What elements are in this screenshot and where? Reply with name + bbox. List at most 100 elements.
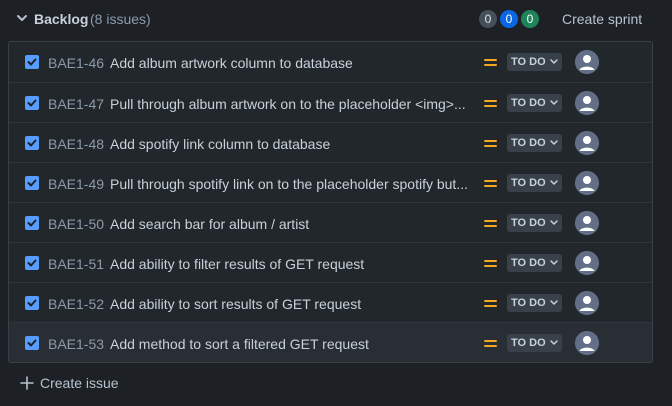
status-dropdown[interactable]: TO DO — [507, 294, 562, 312]
issue-checkbox[interactable] — [25, 136, 39, 150]
user-icon — [575, 331, 599, 355]
in-progress-count-badge: 0 — [500, 10, 518, 28]
checkmark-icon — [27, 58, 37, 66]
issue-key[interactable]: BAE1-50 — [48, 216, 104, 232]
chevron-down-icon — [550, 100, 558, 105]
issue-row[interactable]: BAE1-49 Pull through spotify link on to … — [9, 162, 652, 202]
assignee-avatar[interactable] — [575, 91, 599, 115]
issue-checkbox[interactable] — [25, 256, 39, 270]
issue-row[interactable]: BAE1-52 Add ability to sort results of G… — [9, 282, 652, 322]
issue-summary[interactable]: Add search bar for album / artist — [110, 216, 474, 232]
issue-row[interactable]: BAE1-48 Add spotify link column to datab… — [9, 122, 652, 162]
status-dropdown[interactable]: TO DO — [507, 134, 562, 152]
status-label: TO DO — [511, 337, 546, 349]
issue-checkbox[interactable] — [25, 96, 39, 110]
user-icon — [575, 251, 599, 275]
issue-key[interactable]: BAE1-48 — [48, 136, 104, 152]
assignee-avatar[interactable] — [575, 211, 599, 235]
chevron-down-icon — [550, 180, 558, 185]
status-dropdown[interactable]: TO DO — [507, 94, 562, 112]
user-icon — [575, 131, 599, 155]
issue-summary[interactable]: Add method to sort a filtered GET reques… — [110, 336, 474, 352]
issue-summary[interactable]: Pull through spotify link on to the plac… — [110, 176, 474, 192]
status-label: TO DO — [511, 137, 546, 149]
status-dropdown[interactable]: TO DO — [507, 53, 562, 71]
status-label: TO DO — [511, 297, 546, 309]
create-issue-label: Create issue — [40, 375, 119, 391]
create-issue-button[interactable]: Create issue — [20, 375, 119, 391]
issue-key[interactable]: BAE1-51 — [48, 256, 104, 272]
status-count-badges: 0 0 0 — [479, 10, 539, 28]
assignee-avatar[interactable] — [575, 291, 599, 315]
assignee-avatar[interactable] — [575, 331, 599, 355]
assignee-avatar[interactable] — [575, 171, 599, 195]
todo-count-badge: 0 — [479, 10, 497, 28]
status-label: TO DO — [511, 217, 546, 229]
user-icon — [575, 171, 599, 195]
issue-checkbox[interactable] — [25, 336, 39, 350]
chevron-down-icon — [550, 59, 558, 64]
status-dropdown[interactable]: TO DO — [507, 254, 562, 272]
issue-row[interactable]: BAE1-51 Add ability to filter results of… — [9, 242, 652, 282]
issue-row[interactable]: BAE1-47 Pull through album artwork on to… — [9, 82, 652, 122]
issue-key[interactable]: BAE1-49 — [48, 176, 104, 192]
chevron-down-icon — [550, 260, 558, 265]
issue-key[interactable]: BAE1-47 — [48, 96, 104, 112]
user-icon — [575, 211, 599, 235]
checkmark-icon — [27, 179, 37, 187]
issue-checkbox[interactable] — [25, 216, 39, 230]
chevron-down-icon — [550, 300, 558, 305]
issue-key[interactable]: BAE1-46 — [48, 55, 104, 71]
user-icon — [575, 91, 599, 115]
checkmark-icon — [27, 259, 37, 267]
user-icon — [575, 50, 599, 74]
status-dropdown[interactable]: TO DO — [507, 214, 562, 232]
status-dropdown[interactable]: TO DO — [507, 174, 562, 192]
issue-list: BAE1-46 Add album artwork column to data… — [8, 41, 653, 363]
priority-medium-icon — [484, 57, 497, 67]
chevron-down-icon — [550, 220, 558, 225]
assignee-avatar[interactable] — [575, 251, 599, 275]
issue-summary[interactable]: Add ability to sort results of GET reque… — [110, 296, 474, 312]
status-label: TO DO — [511, 257, 546, 269]
issue-key[interactable]: BAE1-52 — [48, 296, 104, 312]
chevron-down-icon[interactable] — [16, 12, 28, 24]
issue-summary[interactable]: Add ability to filter results of GET req… — [110, 256, 474, 272]
priority-medium-icon — [484, 258, 497, 268]
checkmark-icon — [27, 219, 37, 227]
priority-medium-icon — [484, 298, 497, 308]
priority-medium-icon — [484, 218, 497, 228]
checkmark-icon — [27, 299, 37, 307]
issue-summary[interactable]: Pull through album artwork on to the pla… — [110, 96, 474, 112]
plus-icon — [20, 376, 34, 390]
backlog-header: Backlog (8 issues) 0 0 0 Create sprint — [0, 0, 672, 38]
priority-medium-icon — [484, 178, 497, 188]
create-sprint-button[interactable]: Create sprint — [562, 11, 642, 27]
status-dropdown[interactable]: TO DO — [507, 334, 562, 352]
status-label: TO DO — [511, 177, 546, 189]
status-label: TO DO — [511, 56, 546, 68]
issue-row[interactable]: BAE1-50 Add search bar for album / artis… — [9, 202, 652, 242]
issue-count: (8 issues) — [90, 11, 151, 27]
issue-row[interactable]: BAE1-53 Add method to sort a filtered GE… — [9, 322, 652, 362]
issue-row[interactable]: BAE1-46 Add album artwork column to data… — [9, 42, 652, 82]
issue-key[interactable]: BAE1-53 — [48, 336, 104, 352]
checkmark-icon — [27, 339, 37, 347]
checkmark-icon — [27, 139, 37, 147]
backlog-title: Backlog — [34, 11, 89, 27]
done-count-badge: 0 — [521, 10, 539, 28]
status-label: TO DO — [511, 97, 546, 109]
priority-medium-icon — [484, 98, 497, 108]
priority-medium-icon — [484, 138, 497, 148]
issue-checkbox[interactable] — [25, 176, 39, 190]
checkmark-icon — [27, 99, 37, 107]
issue-checkbox[interactable] — [25, 296, 39, 310]
chevron-down-icon — [550, 140, 558, 145]
assignee-avatar[interactable] — [575, 131, 599, 155]
issue-checkbox[interactable] — [25, 55, 39, 69]
issue-summary[interactable]: Add spotify link column to database — [110, 136, 474, 152]
assignee-avatar[interactable] — [575, 50, 599, 74]
issue-summary[interactable]: Add album artwork column to database — [110, 55, 474, 71]
chevron-down-icon — [550, 340, 558, 345]
priority-medium-icon — [484, 338, 497, 348]
